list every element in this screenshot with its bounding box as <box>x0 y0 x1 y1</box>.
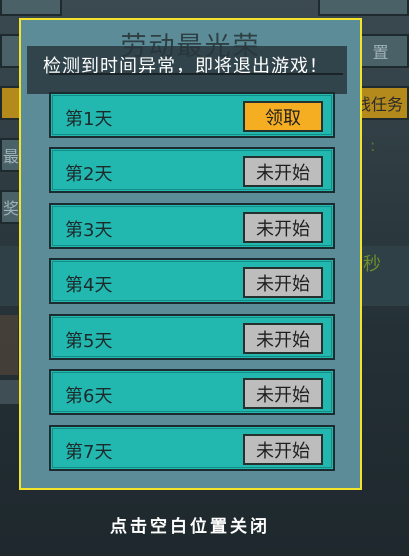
bg-timer-text: 秒 <box>363 254 381 275</box>
bg-left-button-4-label: 奖 <box>2 199 19 218</box>
bg-right-button-1-label: 置 <box>372 43 389 62</box>
day-label: 第4天 <box>65 275 113 296</box>
day-row-1: 第1天 领取 <box>49 92 335 138</box>
day-row-5: 第5天 未开始 <box>49 314 335 360</box>
not-started-button[interactable]: 未开始 <box>243 156 323 187</box>
day-label: 第7天 <box>65 442 113 463</box>
not-started-button[interactable]: 未开始 <box>243 212 323 243</box>
bg-small-panel <box>0 380 20 404</box>
bg-green-mark: : <box>370 136 376 155</box>
bg-character-image <box>0 315 18 375</box>
bg-left-button-3-label: 最 <box>2 147 19 166</box>
day-label: 第2天 <box>65 164 113 185</box>
day-label: 第3天 <box>65 220 113 241</box>
day-row-3: 第3天 未开始 <box>49 203 335 249</box>
day-row-7: 第7天 未开始 <box>49 425 335 471</box>
day-row-4: 第4天 未开始 <box>49 258 335 304</box>
not-started-button[interactable]: 未开始 <box>243 323 323 354</box>
day-row-6: 第6天 未开始 <box>49 369 335 415</box>
bg-right-button-2-label: 线任务 <box>354 95 403 114</box>
day-label: 第5天 <box>65 331 113 352</box>
claim-button[interactable]: 领取 <box>243 101 323 132</box>
bg-top-right-button <box>318 0 409 16</box>
day-label: 第1天 <box>65 109 113 130</box>
daily-reward-modal: 劳动最光荣 检测到时间异常，即将退出游戏！ 第1天 领取 第2天 未开始 第3天… <box>19 18 362 490</box>
close-hint[interactable]: 点击空白位置关闭 <box>0 512 380 537</box>
day-row-2: 第2天 未开始 <box>49 147 335 193</box>
not-started-button[interactable]: 未开始 <box>243 378 323 409</box>
bg-top-left-button <box>0 0 62 16</box>
not-started-button[interactable]: 未开始 <box>243 434 323 465</box>
day-label: 第6天 <box>65 386 113 407</box>
toast-underline <box>49 73 343 75</box>
not-started-button[interactable]: 未开始 <box>243 267 323 298</box>
